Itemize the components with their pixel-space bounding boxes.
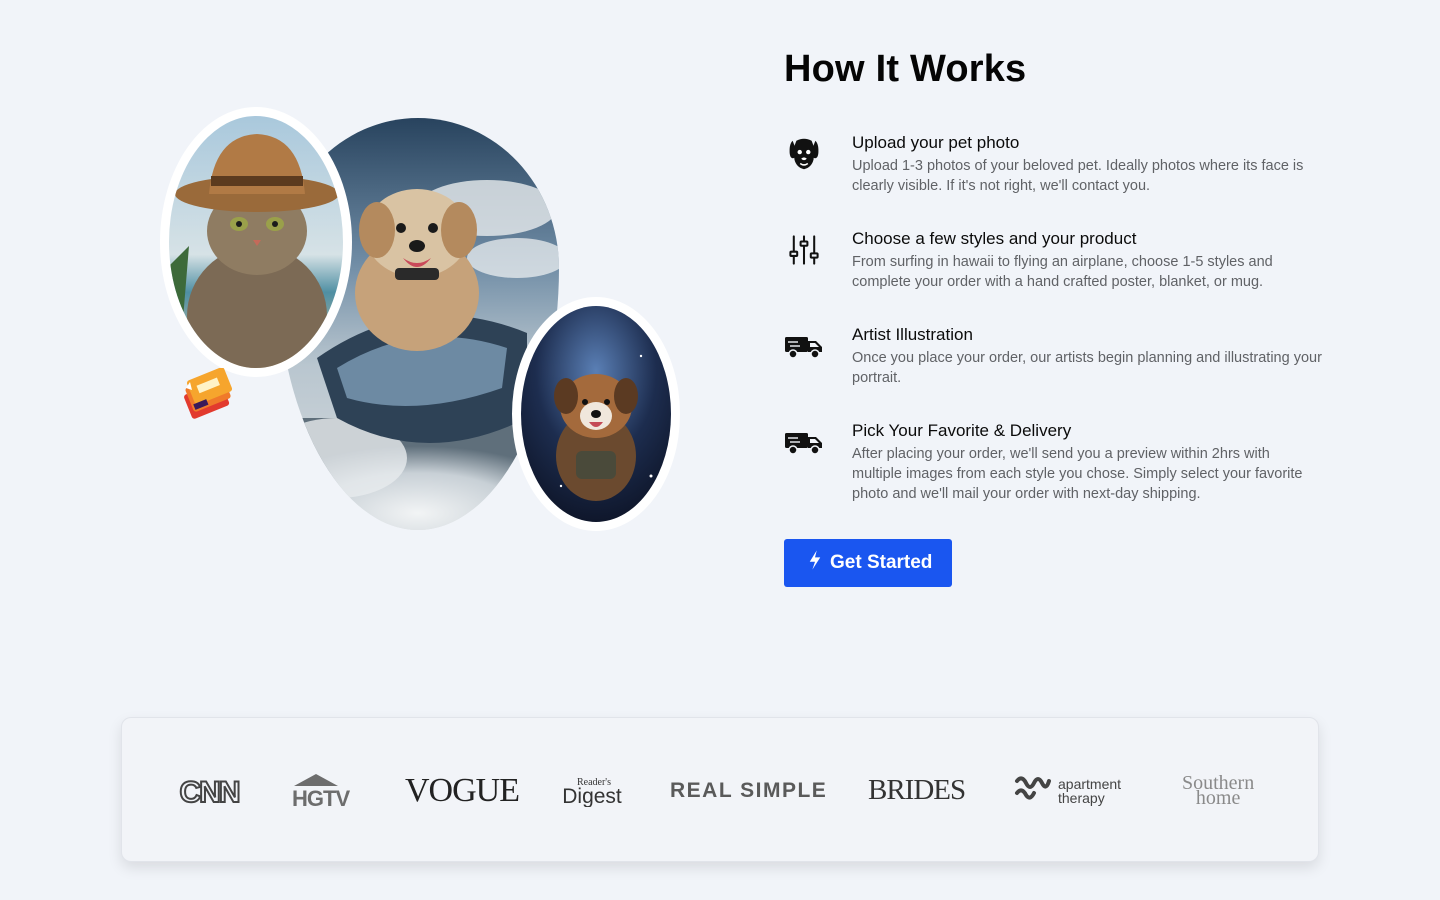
how-it-works-section: How It Works Upload your pet photo Uploa… <box>784 46 1344 587</box>
step-description: After placing your order, we'll send you… <box>852 446 1303 502</box>
steps-list: Upload your pet photo Upload 1-3 photos … <box>784 132 1344 536</box>
step-upload-photo: Upload your pet photo Upload 1-3 photos … <box>784 132 1344 228</box>
readers-digest-logo: Reader's Digest <box>562 718 622 863</box>
sliders-icon <box>784 230 824 270</box>
apartment-therapy-logo: apartment therapy <box>1014 718 1121 863</box>
vogue-logo: VOGUE <box>405 771 520 809</box>
step-title: Artist Illustration <box>852 325 973 344</box>
step-choose-styles: Choose a few styles and your product Fro… <box>784 228 1344 324</box>
southern-home-logo: Southern home <box>1182 718 1254 863</box>
delivery-truck-icon <box>784 422 824 462</box>
step-description: From surfing in hawaii to flying an airp… <box>852 254 1273 290</box>
readers-digest-logo-bottom: Digest <box>562 785 622 807</box>
southern-home-logo-bottom: home <box>1195 786 1241 809</box>
pet-portrait-collage <box>0 0 760 640</box>
space-dog-portrait-frame <box>512 297 680 531</box>
apartment-therapy-logo-bottom: therapy <box>1058 789 1105 806</box>
step-description: Upload 1-3 photos of your beloved pet. I… <box>852 158 1304 194</box>
step-pick-favorite-delivery: Pick Your Favorite & Delivery After plac… <box>784 420 1344 536</box>
step-title: Upload your pet photo <box>852 133 1020 152</box>
space-dog-portrait <box>521 306 671 522</box>
get-started-button[interactable]: Get Started <box>784 539 953 587</box>
dog-face-icon <box>784 134 824 174</box>
tickets-emoji-icon <box>176 367 242 428</box>
step-title: Pick Your Favorite & Delivery <box>852 421 1072 440</box>
get-started-label: Get Started <box>830 552 933 573</box>
brides-logo: BRIDES <box>868 774 966 806</box>
step-title: Choose a few styles and your product <box>852 229 1137 248</box>
section-title: How It Works <box>784 48 1027 90</box>
step-description: Once you place your order, our artists b… <box>852 350 1322 386</box>
lightning-icon <box>808 549 822 577</box>
apartment-therapy-logo-top: apartment <box>1058 775 1122 792</box>
delivery-truck-icon <box>784 326 824 366</box>
apartment-therapy-mark-icon <box>1014 773 1052 808</box>
cat-portrait-frame <box>160 107 352 377</box>
hgtv-logo: HGTV <box>290 718 354 863</box>
hgtv-logo-text: HGTV <box>292 786 350 808</box>
real-simple-logo: REAL SIMPLE <box>670 778 828 802</box>
how-it-works-page: How It Works Upload your pet photo Uploa… <box>0 0 1440 900</box>
cnn-logo-text: CNN <box>180 776 239 806</box>
cat-in-hat-portrait <box>169 116 343 368</box>
cnn-logo: CNN <box>178 718 241 863</box>
press-logos-strip: CNN HGTV VOGUE Reader's Digest REAL SIMP… <box>121 717 1319 862</box>
step-artist-illustration: Artist Illustration Once you place your … <box>784 324 1344 420</box>
